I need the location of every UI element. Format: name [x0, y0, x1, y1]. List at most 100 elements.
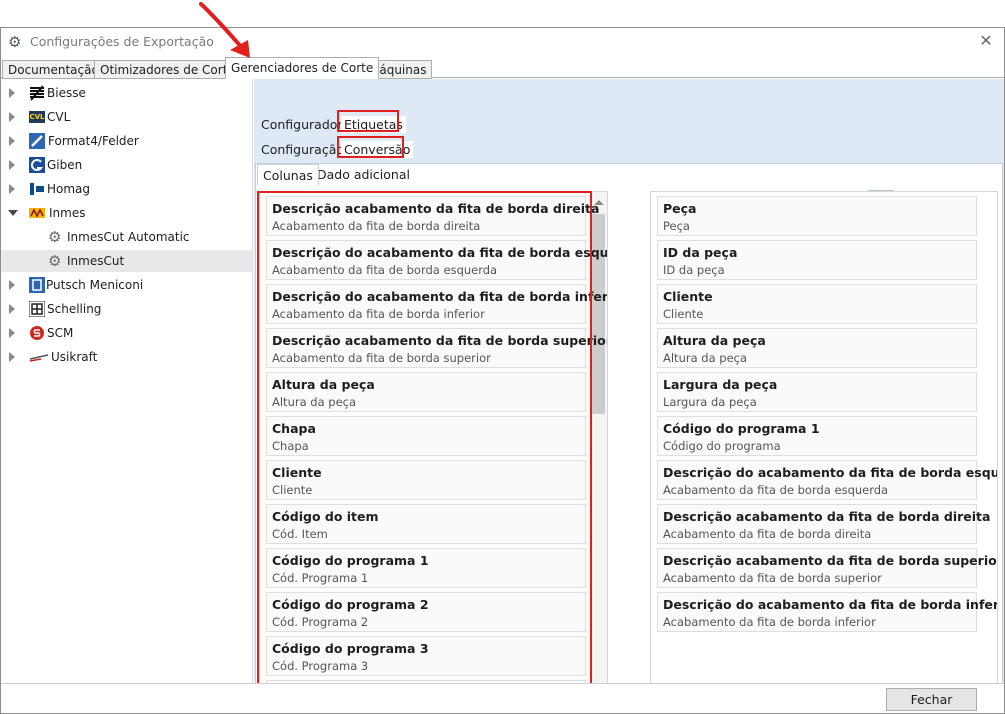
selected-column-card[interactable]: ID da peça ID da peça [657, 240, 977, 280]
selected-column-card[interactable]: Cliente Cliente [657, 284, 977, 324]
available-columns-list[interactable]: Descrição acabamento da fita de borda di… [259, 191, 608, 699]
tab-gerenciadores-de-corte[interactable]: Gerenciadores de Corte [225, 57, 380, 79]
column-subtitle: Cód. Item [272, 527, 328, 541]
tree-item-label: SCM [47, 326, 74, 340]
tree-item-usikraft[interactable]: Usikraft [1, 346, 252, 368]
column-subtitle: Acabamento da fita de borda inferior [272, 307, 485, 321]
available-column-card[interactable]: Código do programa 1 Cód. Programa 1 [266, 548, 586, 588]
tree-item-label: Format4/Felder [48, 134, 139, 148]
expand-arrow-icon[interactable] [9, 280, 15, 290]
selected-column-card[interactable]: Código do programa 1 Código do programa [657, 416, 977, 456]
available-column-card[interactable]: Descrição do acabamento da fita de borda… [266, 284, 607, 324]
selected-column-card[interactable]: Descrição do acabamento da fita de borda… [657, 460, 997, 500]
manufacturer-tree: Biesse CVL CVL Format4/Felder Giben Homa… [1, 79, 253, 683]
column-subtitle: Cód. Programa 1 [272, 571, 369, 585]
column-title: Largura da peça [663, 377, 778, 392]
selected-columns-list[interactable]: Peça Peça ID da peça ID da peça Cliente Clien… [650, 191, 998, 699]
expand-arrow-icon[interactable] [9, 304, 15, 314]
column-title: Descrição acabamento da fita de borda su… [272, 333, 608, 348]
close-window-button[interactable]: ✕ [976, 31, 996, 50]
column-title: Descrição do acabamento da fita de borda… [272, 245, 608, 260]
subtab-conversao[interactable]: Conversão [341, 141, 414, 158]
column-title: Descrição acabamento da fita de borda su… [663, 553, 998, 568]
scroll-thumb[interactable] [592, 214, 605, 414]
expand-arrow-icon[interactable] [9, 136, 15, 146]
tree-item-inmes[interactable]: Inmes [1, 202, 252, 224]
tree-item-label: Usikraft [51, 350, 98, 364]
selected-column-card[interactable]: Peça Peça [657, 196, 977, 236]
collapse-arrow-icon[interactable] [8, 210, 18, 216]
tree-item-cvl[interactable]: CVL CVL [1, 106, 252, 128]
column-title: Chapa [272, 421, 316, 436]
available-column-card[interactable]: Código do programa 2 Cód. Programa 2 [266, 592, 586, 632]
subtab-bar-level1: Configurador Etiquetas [254, 112, 1004, 137]
tree-item-schelling[interactable]: Schelling [1, 298, 252, 320]
column-subtitle: Acabamento da fita de borda esquerda [272, 263, 498, 277]
column-title: Altura da peça [663, 333, 766, 348]
expand-arrow-icon[interactable] [9, 184, 15, 194]
tree-item-label: Putsch Meniconi [46, 278, 144, 292]
cvl-logo-icon: CVL [29, 111, 45, 123]
tree-item-giben[interactable]: Giben [1, 154, 252, 176]
selected-column-card[interactable]: Largura da peça Largura da peça [657, 372, 977, 412]
tree-item-scm[interactable]: SCM [1, 322, 252, 344]
selected-column-card[interactable]: Altura da peça Altura da peça [657, 328, 977, 368]
window-title: Configurações de Exportação [30, 34, 214, 49]
column-title: Código do programa 1 [663, 421, 820, 436]
expand-arrow-icon[interactable] [9, 112, 15, 122]
expand-arrow-icon[interactable] [9, 352, 15, 362]
column-title: Cliente [663, 289, 713, 304]
column-title: Altura da peça [272, 377, 375, 392]
column-subtitle: Acabamento da fita de borda superior [663, 571, 882, 585]
subtab-etiquetas[interactable]: Etiquetas [341, 116, 406, 133]
column-subtitle: Acabamento da fita de borda superior [272, 351, 491, 365]
available-column-card[interactable]: Cliente Cliente [266, 460, 586, 500]
tab-otimizadores-de-corte[interactable]: Otimizadores de Corte [94, 60, 241, 79]
expand-arrow-icon[interactable] [9, 160, 15, 170]
column-subtitle: Código do programa [663, 439, 781, 453]
tree-item-inmescut[interactable]: ⚙ InmesCut [1, 250, 252, 272]
available-column-card[interactable]: Altura da peça Altura da peça [266, 372, 586, 412]
tree-item-biesse[interactable]: Biesse [1, 82, 252, 104]
column-subtitle: Acabamento da fita de borda esquerda [663, 483, 889, 497]
column-title: Código do programa 3 [272, 641, 429, 656]
schelling-logo-icon [29, 301, 45, 317]
subtab-bar-level2: Configuração Conversão [254, 137, 1004, 162]
column-title: Descrição acabamento da fita de borda di… [272, 201, 600, 216]
dialog-footer: Fechar [1, 683, 1004, 713]
main-tab-bar: Documentação Otimizadores de Corte Geren… [1, 57, 1004, 79]
selected-column-card[interactable]: Descrição acabamento da fita de borda di… [657, 504, 990, 544]
expand-arrow-icon[interactable] [9, 88, 15, 98]
selected-column-card[interactable]: Descrição acabamento da fita de borda su… [657, 548, 997, 588]
column-subtitle: Cliente [663, 307, 704, 321]
format4-logo-icon [29, 133, 45, 149]
available-column-card[interactable]: Descrição acabamento da fita de borda su… [266, 328, 607, 368]
homag-logo-icon [29, 181, 45, 197]
column-subtitle: Acabamento da fita de borda direita [272, 219, 481, 233]
available-column-card[interactable]: Descrição do acabamento da fita de borda… [266, 240, 607, 280]
tab-dado-adicional[interactable]: Dado adicional [312, 164, 415, 186]
subtab-configurador[interactable]: Configurador [258, 116, 346, 133]
tree-item-label: Biesse [47, 86, 86, 100]
available-list-scrollbar[interactable] [590, 192, 607, 698]
column-title: Código do programa 2 [272, 597, 429, 612]
tree-item-homag[interactable]: Homag [1, 178, 252, 200]
column-title: Descrição do acabamento da fita de borda… [663, 465, 998, 480]
tab-colunas[interactable]: Colunas [257, 164, 319, 186]
gear-icon: ⚙ [48, 228, 62, 246]
available-column-card[interactable]: Código do item Cód. Item [266, 504, 586, 544]
expand-arrow-icon[interactable] [9, 328, 15, 338]
export-settings-window: ⚙ Configurações de Exportação ✕ Document… [0, 27, 1005, 714]
column-subtitle: Acabamento da fita de borda inferior [663, 615, 876, 629]
subtab-configuracao[interactable]: Configuração [258, 141, 347, 158]
selected-column-card[interactable]: Descrição do acabamento da fita de borda… [657, 592, 997, 632]
tab-documentacao[interactable]: Documentação [2, 60, 105, 79]
tree-item-format4-felder[interactable]: Format4/Felder [1, 130, 252, 152]
available-column-card[interactable]: Descrição acabamento da fita de borda di… [266, 196, 599, 236]
tree-item-putsch-meniconi[interactable]: Putsch Meniconi [1, 274, 252, 296]
available-column-card[interactable]: Código do programa 3 Cód. Programa 3 [266, 636, 586, 676]
column-title: Descrição do acabamento da fita de borda… [663, 597, 998, 612]
available-column-card[interactable]: Chapa Chapa [266, 416, 586, 456]
close-button[interactable]: Fechar [886, 688, 977, 711]
tree-item-inmescut-automatic[interactable]: ⚙ InmesCut Automatic [1, 226, 252, 248]
